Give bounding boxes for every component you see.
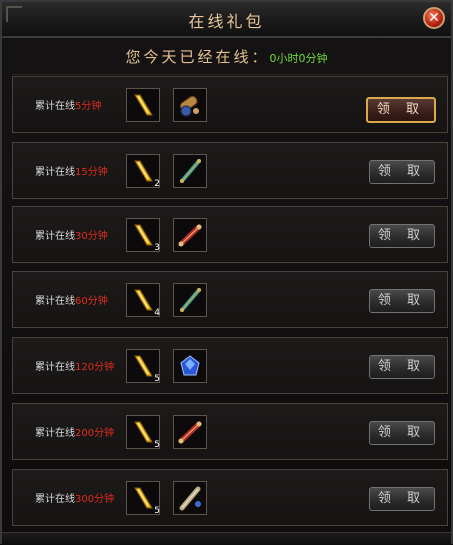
reward-label: 累计在线60分钟 xyxy=(35,296,108,307)
online-time: 您今天已经在线：0小时0分钟 xyxy=(2,46,451,67)
item-quantity: 5 xyxy=(154,374,160,384)
teal-scroll-icon xyxy=(180,159,201,183)
item-slot[interactable] xyxy=(173,154,207,188)
window-title: 在线礼包 xyxy=(188,12,265,31)
claim-button[interactable]: 领 取 xyxy=(369,355,435,379)
online-label: 您今天已经在线： xyxy=(125,48,270,66)
gold-bar-slot[interactable]: 2 xyxy=(126,154,160,189)
bottom-bar xyxy=(2,532,451,545)
reward-label: 累计在线5分钟 xyxy=(35,101,102,112)
reward-row: 累计在线5分钟 领 取 xyxy=(12,76,448,133)
reward-label: 累计在线15分钟 xyxy=(35,167,108,178)
red-scroll-icon xyxy=(178,421,202,444)
gold-bar-slot[interactable] xyxy=(126,88,160,122)
gold-bar-slot[interactable]: 5 xyxy=(126,481,160,516)
reward-label: 累计在线120分钟 xyxy=(35,362,115,373)
gold-bar-slot[interactable]: 5 xyxy=(126,349,160,384)
title-bar: 在线礼包 ✕ xyxy=(2,2,451,38)
blue-scroll-icon xyxy=(179,486,201,511)
claim-button[interactable]: 领 取 xyxy=(369,160,435,184)
item-slot[interactable] xyxy=(173,88,207,122)
reward-label: 累计在线200分钟 xyxy=(35,428,115,439)
item-slot[interactable] xyxy=(173,283,207,317)
claim-button[interactable]: 领 取 xyxy=(369,224,435,248)
reward-row: 累计在线30分钟 3 领 取 xyxy=(12,206,448,263)
cannon-icon xyxy=(179,95,199,117)
close-icon[interactable]: ✕ xyxy=(423,7,445,29)
item-quantity: 3 xyxy=(154,243,160,253)
item-slot[interactable] xyxy=(173,415,207,449)
claim-button[interactable]: 领 取 xyxy=(369,487,435,511)
online-gift-window: 在线礼包 ✕ 您今天已经在线：0小时0分钟 累计在线5分钟 领 取 累计在线15… xyxy=(0,0,453,545)
reward-row: 累计在线60分钟 4 领 取 xyxy=(12,271,448,328)
gold-bar-slot[interactable]: 4 xyxy=(126,283,160,318)
claim-button[interactable]: 领 取 xyxy=(369,421,435,445)
reward-row: 累计在线200分钟 5 领 取 xyxy=(12,403,448,460)
claim-button[interactable]: 领 取 xyxy=(366,97,436,123)
gold-bar-slot[interactable]: 5 xyxy=(126,415,160,450)
gold-bar-slot[interactable]: 3 xyxy=(126,218,160,253)
teal-scroll-icon xyxy=(180,288,201,312)
item-slot[interactable] xyxy=(173,349,207,383)
reward-row: 累计在线300分钟 5 领 取 xyxy=(12,469,448,526)
item-slot[interactable] xyxy=(173,481,207,515)
item-quantity: 2 xyxy=(154,179,160,189)
red-scroll-icon xyxy=(178,224,202,247)
online-value: 0小时0分钟 xyxy=(269,52,328,65)
reward-row: 累计在线15分钟 2 领 取 xyxy=(12,142,448,199)
item-quantity: 4 xyxy=(154,308,160,318)
reward-label: 累计在线300分钟 xyxy=(35,494,115,505)
item-quantity: 5 xyxy=(154,440,160,450)
reward-row: 累计在线120分钟 5 领 取 xyxy=(12,337,448,394)
blue-gem-icon xyxy=(180,355,200,376)
gold-bar-icon xyxy=(134,94,153,116)
item-slot[interactable] xyxy=(173,218,207,252)
reward-list: 累计在线5分钟 领 取 累计在线15分钟 2 领 取 累计在线30分钟 3 领 … xyxy=(12,74,449,530)
item-quantity: 5 xyxy=(154,506,160,516)
reward-label: 累计在线30分钟 xyxy=(35,231,108,242)
claim-button[interactable]: 领 取 xyxy=(369,289,435,313)
